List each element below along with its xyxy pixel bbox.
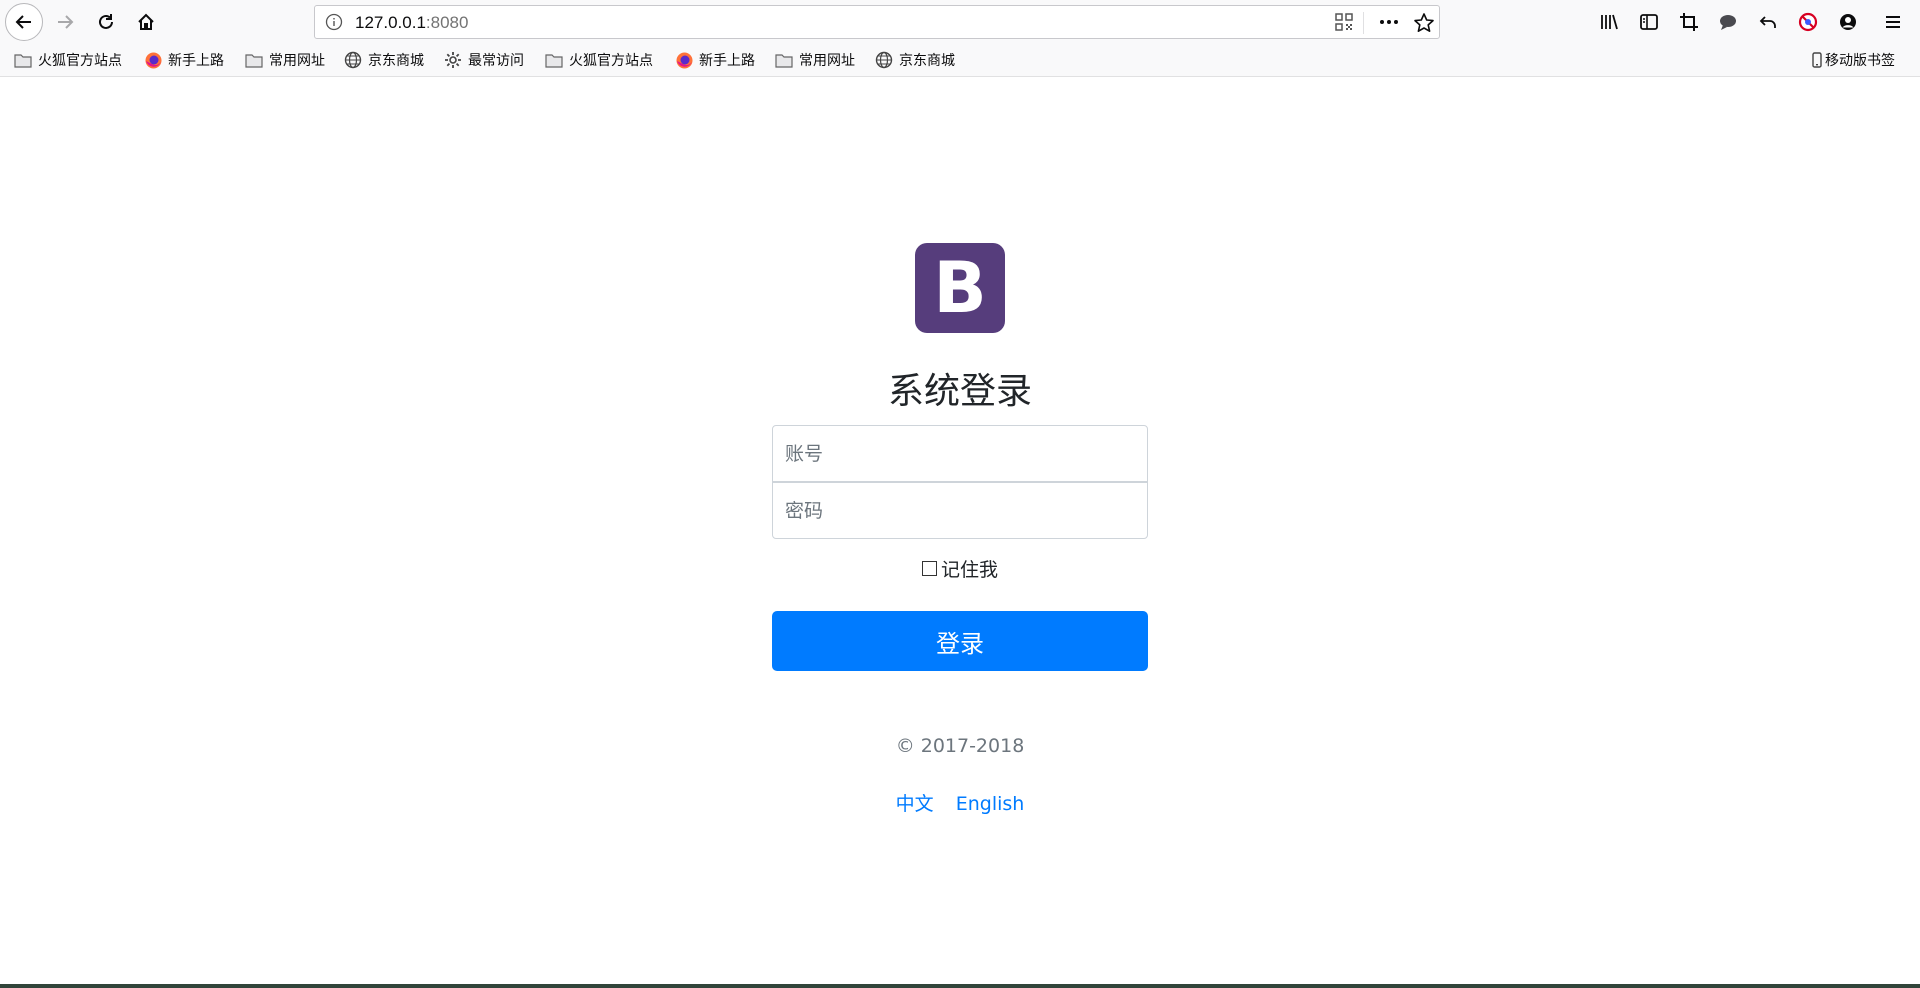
folder-icon	[775, 51, 793, 69]
password-input[interactable]	[772, 482, 1148, 539]
bookmark-item[interactable]: 火狐官方站点	[545, 49, 653, 71]
speech-bubble-icon	[1720, 15, 1736, 30]
bookmark-item[interactable]: 新手上路	[675, 49, 755, 71]
undo-arrow-icon	[1759, 16, 1776, 28]
bookmark-item[interactable]: 京东商城	[344, 49, 424, 71]
undo-button[interactable]	[1753, 5, 1783, 39]
page-title: 系统登录	[887, 371, 1032, 412]
mobile-bookmarks[interactable]: 移动版书签	[1812, 49, 1895, 71]
url-text[interactable]: 127.0.0.1:8080	[355, 13, 468, 33]
username-input[interactable]	[772, 425, 1148, 482]
browser-toolbar: 127.0.0.1:8080	[0, 0, 1920, 44]
chat-button[interactable]	[1713, 5, 1743, 39]
bookmark-item[interactable]: 最常访问	[444, 49, 524, 71]
screenshot-button[interactable]	[1674, 5, 1704, 39]
forward-button[interactable]	[48, 5, 82, 39]
home-button[interactable]	[129, 5, 163, 39]
adblock-button[interactable]	[1793, 5, 1823, 39]
login-page: B 系统登录 记住我 登录 © 2017-2018 中文 English	[0, 77, 1920, 986]
bookmark-item[interactable]: 常用网址	[245, 49, 325, 71]
globe-icon	[344, 51, 362, 69]
folder-icon	[545, 51, 563, 69]
arrow-left-icon	[15, 15, 31, 29]
info-icon[interactable]	[325, 13, 343, 35]
bootstrap-logo: B	[915, 243, 1005, 333]
bookmark-label: 火狐官方站点	[569, 52, 653, 68]
account-icon	[1840, 14, 1856, 30]
reload-icon	[99, 14, 113, 29]
home-icon	[138, 13, 154, 30]
address-bar[interactable]: 127.0.0.1:8080	[314, 5, 1440, 39]
checkbox-box[interactable]	[921, 561, 937, 576]
page-actions-button[interactable]	[1377, 12, 1401, 36]
remember-me-label: 记住我	[940, 559, 998, 581]
taskbar-edge	[0, 984, 1920, 988]
account-button[interactable]	[1833, 5, 1863, 39]
bookmark-item[interactable]: 火狐官方站点	[14, 49, 122, 71]
bookmarks-toolbar: 火狐官方站点 新手上路 常用网址 京东商城 最常访问 火狐官方站点 新手上路 常…	[0, 44, 1920, 77]
back-button[interactable]	[5, 3, 43, 41]
bookmark-item[interactable]: 新手上路	[144, 49, 224, 71]
url-port: :8080	[425, 13, 469, 32]
more-dots-icon	[1380, 20, 1398, 24]
firefox-icon	[675, 51, 693, 69]
bookmark-label: 常用网址	[269, 52, 325, 68]
language-switcher: 中文 English	[760, 789, 1160, 816]
folder-icon	[245, 51, 263, 69]
blocked-icon	[1798, 12, 1818, 32]
bookmark-item[interactable]: 京东商城	[875, 49, 955, 71]
remember-me-checkbox[interactable]: 记住我	[760, 555, 1160, 582]
folder-icon	[14, 51, 32, 69]
reload-button[interactable]	[89, 5, 123, 39]
library-button[interactable]	[1594, 5, 1624, 39]
url-host: 127.0.0.1	[355, 13, 426, 32]
lang-en-link[interactable]: English	[956, 793, 1025, 815]
bookmark-label: 常用网址	[799, 52, 855, 68]
bookmark-label: 新手上路	[168, 52, 224, 68]
sidebar-icon	[1640, 14, 1658, 30]
url-separator	[1363, 12, 1364, 34]
logo-letter: B	[933, 247, 987, 329]
bookmark-star-button[interactable]	[1413, 12, 1435, 38]
globe-icon	[875, 51, 893, 69]
qr-code-icon[interactable]	[1335, 13, 1353, 35]
hamburger-menu-icon	[1886, 16, 1900, 28]
login-button[interactable]: 登录	[772, 611, 1148, 671]
phone-icon	[1812, 51, 1822, 69]
bookmark-item[interactable]: 常用网址	[775, 49, 855, 71]
bookmark-label: 最常访问	[468, 52, 524, 68]
bookmark-label: 火狐官方站点	[38, 52, 122, 68]
copyright-text: © 2017-2018	[895, 735, 1025, 757]
bookmark-label: 京东商城	[368, 52, 424, 68]
star-icon	[1414, 13, 1434, 32]
arrow-right-icon	[58, 15, 74, 29]
library-icon	[1601, 14, 1618, 30]
lang-zh-link[interactable]: 中文	[896, 793, 934, 815]
sidebar-button[interactable]	[1634, 5, 1664, 39]
firefox-icon	[144, 51, 162, 69]
gear-icon	[444, 51, 462, 69]
menu-button[interactable]	[1878, 5, 1908, 39]
bookmark-label: 京东商城	[899, 52, 955, 68]
mobile-bookmarks-label: 移动版书签	[1825, 52, 1895, 68]
bookmark-label: 新手上路	[699, 52, 755, 68]
crop-icon	[1680, 13, 1698, 31]
